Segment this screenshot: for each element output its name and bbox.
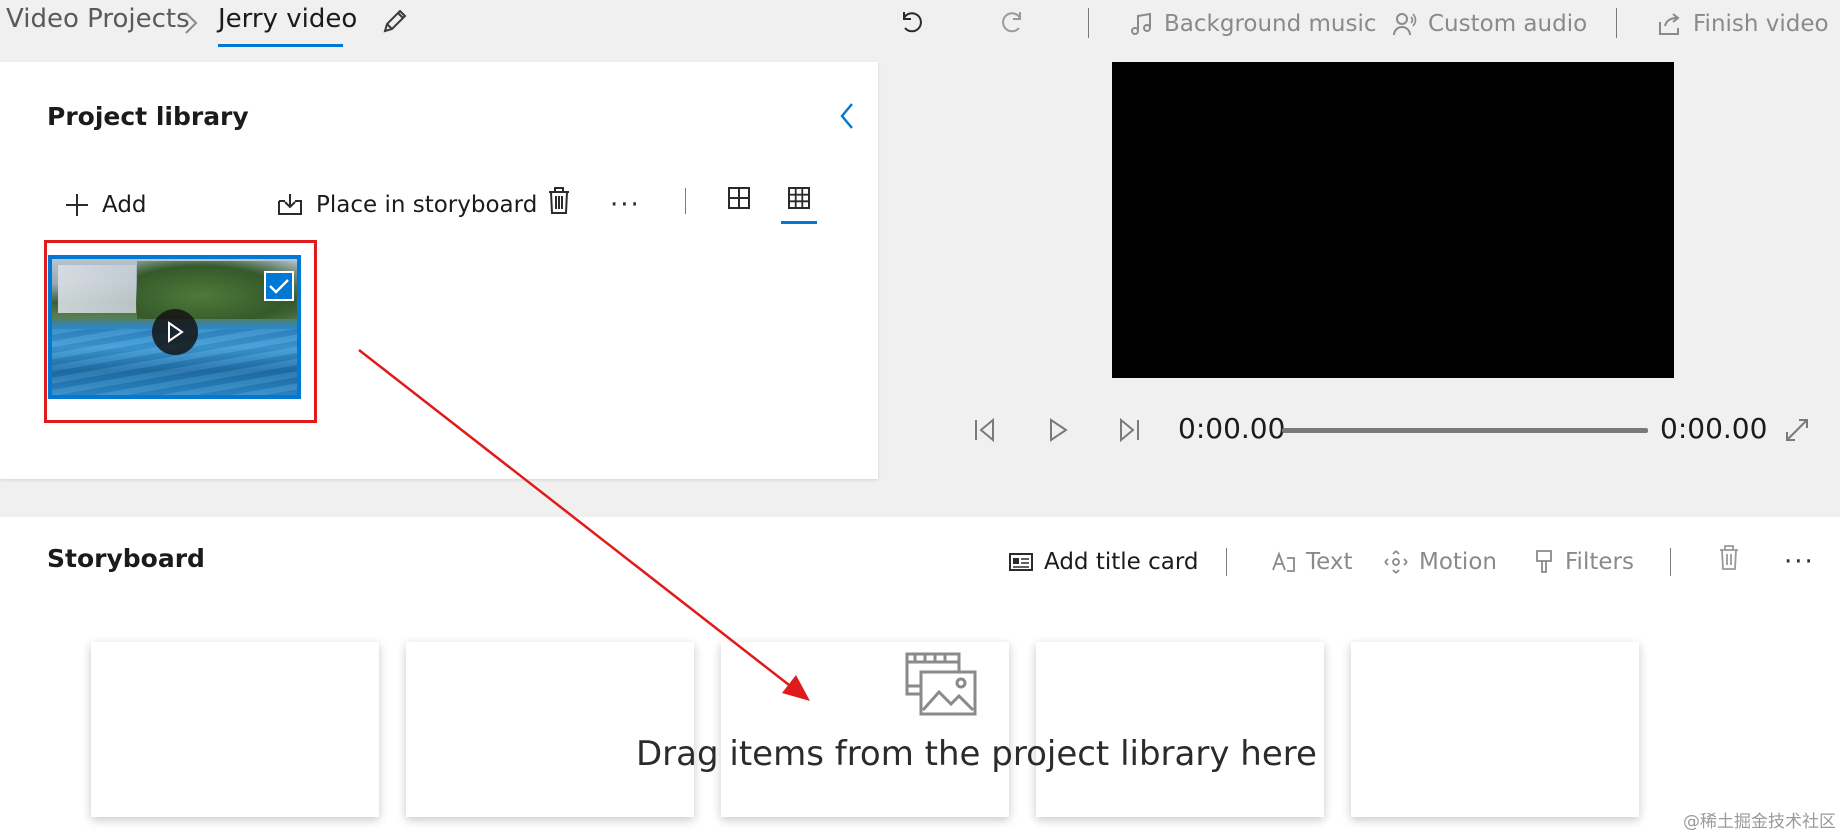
pencil-icon[interactable]	[380, 6, 410, 36]
text-button[interactable]: Text	[1270, 546, 1353, 578]
finish-video-label: Finish video	[1693, 11, 1829, 37]
collapse-chevron-icon[interactable]	[836, 100, 858, 132]
watermark: @稀土掘金技术社区	[1683, 812, 1836, 832]
redo-icon[interactable]	[998, 6, 1028, 36]
title-card-icon	[1008, 551, 1034, 573]
more-options-button[interactable]: ···	[610, 190, 641, 220]
background-music-button[interactable]: Background music	[1130, 9, 1377, 39]
library-toolbar-divider	[685, 188, 686, 214]
text-label: Text	[1306, 549, 1353, 575]
filters-label: Filters	[1565, 549, 1634, 575]
total-time: 0:00.00	[1660, 412, 1768, 445]
share-export-icon	[1657, 11, 1683, 37]
active-view-indicator	[781, 221, 817, 224]
chevron-right-icon	[180, 9, 202, 37]
storyboard-slot	[91, 642, 379, 817]
current-time: 0:00.00	[1178, 412, 1286, 445]
custom-audio-label: Custom audio	[1428, 11, 1588, 37]
thumbnail-building	[58, 265, 136, 313]
music-note-icon	[1130, 11, 1154, 37]
project-library-title: Project library	[47, 102, 249, 131]
storyboard-toolbar-divider	[1670, 548, 1671, 576]
storyboard-more-button[interactable]: ···	[1784, 547, 1815, 577]
breadcrumb-active-indicator	[218, 44, 343, 47]
filters-button[interactable]: Filters	[1533, 546, 1634, 578]
storyboard-slot	[1036, 642, 1324, 817]
add-label: Add	[102, 192, 147, 218]
storyboard-title: Storyboard	[47, 544, 205, 573]
breadcrumb-parent[interactable]: Video Projects	[6, 4, 190, 34]
toolbar-divider	[1616, 8, 1617, 38]
filter-brush-icon	[1533, 548, 1555, 576]
seek-slider[interactable]	[1282, 428, 1648, 433]
undo-icon[interactable]	[896, 6, 926, 36]
place-in-storyboard-button[interactable]: Place in storyboard	[276, 188, 537, 222]
finish-video-button[interactable]: Finish video	[1657, 9, 1829, 39]
media-placeholder-icon	[905, 652, 977, 716]
storyboard-toolbar-divider	[1226, 548, 1227, 576]
storyboard-slot	[1351, 642, 1639, 817]
person-audio-icon	[1392, 11, 1418, 37]
storyboard-delete-icon[interactable]	[1717, 544, 1741, 572]
delete-icon[interactable]	[546, 186, 572, 216]
custom-audio-button[interactable]: Custom audio	[1392, 9, 1587, 39]
step-forward-icon[interactable]	[1116, 416, 1142, 444]
place-in-storyboard-icon	[276, 192, 304, 218]
add-title-card-button[interactable]: Add title card	[1008, 546, 1199, 578]
place-in-storyboard-label: Place in storyboard	[316, 192, 538, 218]
video-preview[interactable]	[1112, 62, 1674, 378]
plus-icon	[64, 192, 90, 218]
background-music-label: Background music	[1164, 11, 1377, 37]
breadcrumb-current: Jerry video	[218, 4, 358, 34]
fullscreen-icon[interactable]	[1783, 416, 1811, 444]
step-back-icon[interactable]	[972, 416, 998, 444]
motion-label: Motion	[1419, 549, 1497, 575]
play-icon[interactable]	[152, 309, 198, 355]
grid-large-view-icon[interactable]	[727, 186, 751, 210]
storyboard-slot	[406, 642, 694, 817]
empty-storyboard-message: Drag items from the project library here	[636, 734, 1317, 774]
video-clip-thumbnail[interactable]	[48, 255, 301, 399]
text-icon	[1270, 550, 1296, 574]
motion-icon	[1383, 549, 1409, 575]
toolbar-divider	[1088, 8, 1089, 38]
motion-button[interactable]: Motion	[1383, 546, 1497, 578]
play-button-icon[interactable]	[1045, 416, 1071, 444]
add-button[interactable]: Add	[64, 188, 147, 222]
checkmark-icon[interactable]	[264, 271, 294, 301]
add-title-card-label: Add title card	[1044, 549, 1199, 575]
grid-small-view-icon[interactable]	[787, 186, 811, 210]
